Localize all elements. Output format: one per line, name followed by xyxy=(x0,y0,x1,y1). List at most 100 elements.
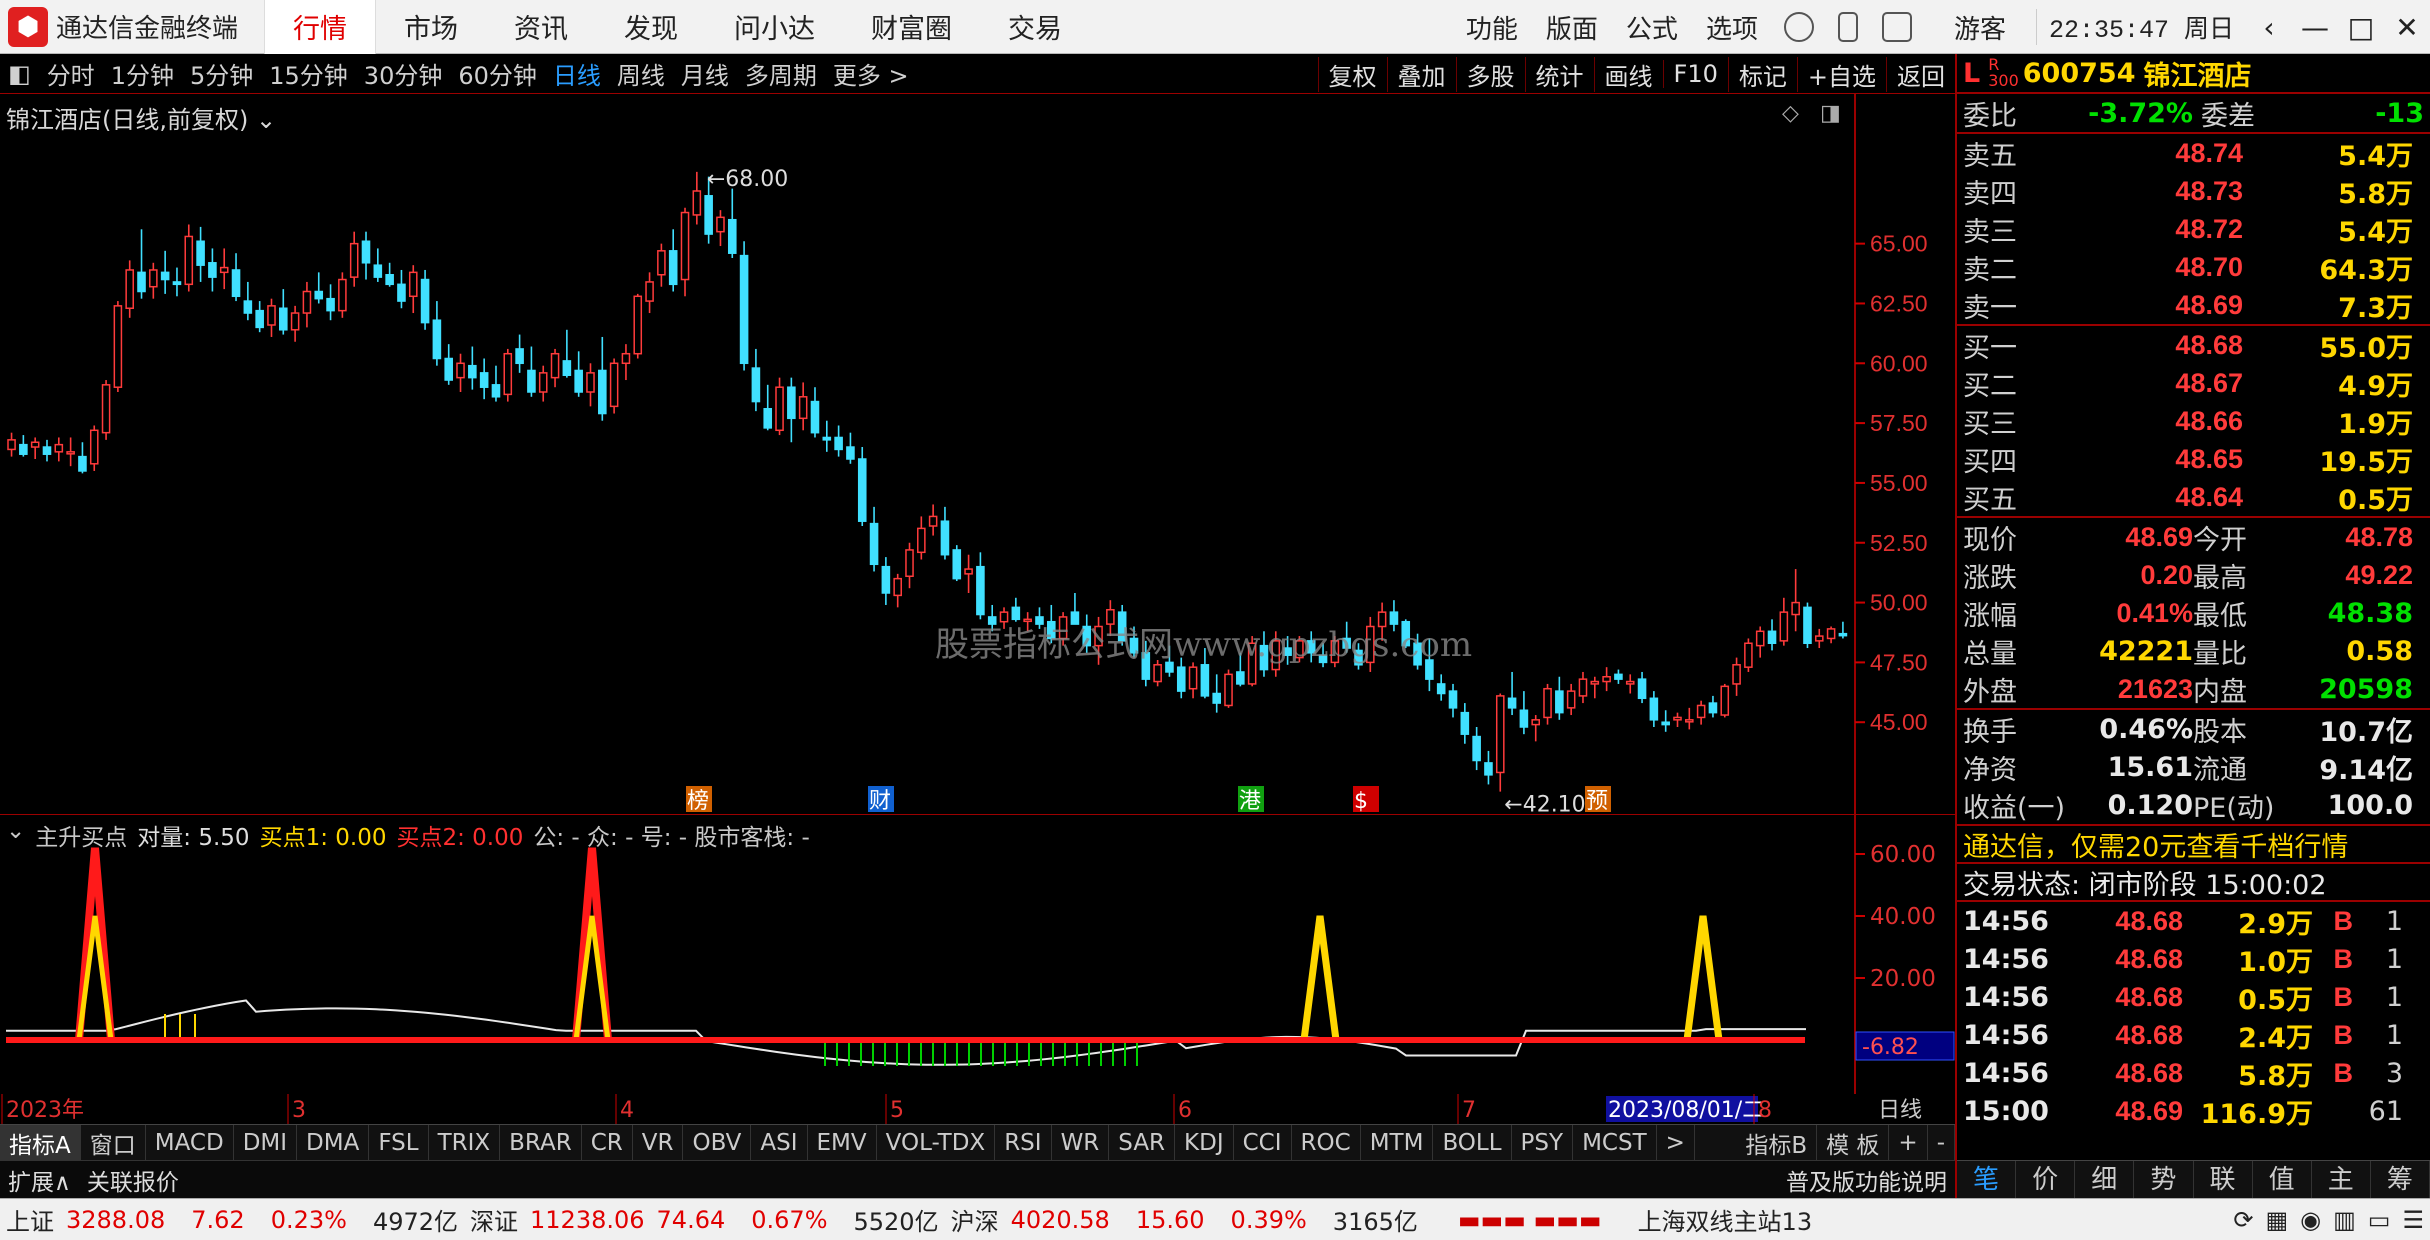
sz-label[interactable]: 深证 xyxy=(464,1202,524,1237)
period-15min[interactable]: 15分钟 xyxy=(261,56,356,91)
maximize-icon[interactable]: □ xyxy=(2338,11,2384,44)
period-multi[interactable]: 多周期 xyxy=(737,56,825,91)
panel-tab[interactable]: 价 xyxy=(2016,1161,2076,1198)
nav-ask[interactable]: 问小达 xyxy=(706,0,843,54)
indicator-tab[interactable]: DMA xyxy=(297,1124,370,1161)
user-label[interactable]: 游客 xyxy=(1924,9,2036,46)
ad-banner[interactable]: 通达信，仅需20元查看千档行情 xyxy=(1957,824,2430,863)
period-60min[interactable]: 60分钟 xyxy=(450,56,545,91)
menu-options[interactable]: 选项 xyxy=(1692,9,1772,46)
calc-icon[interactable]: ▦ xyxy=(2259,1206,2294,1234)
indicator-tab[interactable]: EMV xyxy=(808,1124,877,1161)
back-icon[interactable]: ‹ xyxy=(2246,11,2292,44)
bid-row-cell: 1.9万 xyxy=(2338,408,2413,440)
indicator-tab[interactable]: DMI xyxy=(234,1124,298,1161)
coin-icon[interactable]: ◉ xyxy=(2294,1206,2327,1234)
tool-back[interactable]: 返回 xyxy=(1886,56,1955,92)
candle-body xyxy=(987,616,997,625)
expand-button[interactable]: 扩展∧ xyxy=(0,1163,79,1197)
tool-f10[interactable]: F10 xyxy=(1662,60,1728,88)
panel-tab[interactable]: 势 xyxy=(2134,1161,2194,1198)
refresh-icon[interactable] xyxy=(1783,12,1814,42)
panel-tab[interactable]: 值 xyxy=(2253,1161,2312,1198)
nav-market[interactable]: 市场 xyxy=(376,0,486,54)
indicator-tab[interactable]: > xyxy=(1657,1124,1695,1161)
indicator-tab[interactable]: - xyxy=(1928,1124,1955,1161)
indicator-tab[interactable]: OBV xyxy=(683,1124,752,1161)
nav-quotes[interactable]: 行情 xyxy=(264,0,377,54)
sync-icon[interactable]: ⟳ xyxy=(2227,1206,2259,1234)
tool-overlay[interactable]: 叠加 xyxy=(1386,56,1456,92)
hs-label[interactable]: 沪深 xyxy=(945,1202,1005,1237)
panel-tab[interactable]: 联 xyxy=(2194,1161,2253,1198)
tool-watchlist[interactable]: +自选 xyxy=(1796,56,1886,92)
minimize-icon[interactable]: — xyxy=(2292,11,2338,44)
related-quote-button[interactable]: 关联报价 xyxy=(79,1163,187,1197)
indicator-tab[interactable]: 指标A xyxy=(0,1124,81,1161)
indicator-tab[interactable]: VOL-TDX xyxy=(877,1124,996,1161)
nav-news[interactable]: 资讯 xyxy=(486,0,596,54)
nav-wealth[interactable]: 财富圈 xyxy=(843,0,980,54)
indicator-tab[interactable]: SAR xyxy=(1109,1124,1176,1161)
indicator-tab[interactable]: TRIX xyxy=(429,1124,501,1161)
indicator-tab[interactable]: CR xyxy=(582,1124,633,1161)
period-1min[interactable]: 1分钟 xyxy=(103,56,182,91)
indicator-tab[interactable]: 模 板 xyxy=(1817,1124,1890,1161)
indicator-tab[interactable]: MCST xyxy=(1573,1124,1657,1161)
indicator-tab[interactable]: ROC xyxy=(1292,1124,1361,1161)
indicator-tab[interactable]: BOLL xyxy=(1433,1124,1512,1161)
close-icon[interactable]: ✕ xyxy=(2384,11,2430,44)
tool-mark[interactable]: 标记 xyxy=(1727,56,1797,92)
indicator-chart[interactable]: 60.00 40.00 20.00 -6.82 xyxy=(0,814,1955,1094)
candlestick-chart[interactable]: 65.00 62.50 60.00 57.50 55.00 52.50 50.00 47.50… xyxy=(0,94,1955,814)
chart-icon[interactable]: ▥ xyxy=(2327,1206,2362,1234)
indicator-name[interactable]: 主升买点 xyxy=(35,818,127,852)
period-more[interactable]: 更多 > xyxy=(825,56,917,91)
indicator-tab[interactable]: RSI xyxy=(995,1124,1052,1161)
panel-tab[interactable]: 笔 xyxy=(1957,1161,2017,1198)
tool-stats[interactable]: 统计 xyxy=(1524,56,1594,92)
menu-formula[interactable]: 公式 xyxy=(1612,9,1692,46)
indicator-tab[interactable]: CCI xyxy=(1234,1124,1292,1161)
window-icon[interactable]: ▭ xyxy=(2362,1206,2397,1234)
indicator-tab[interactable]: PSY xyxy=(1512,1124,1574,1161)
indicator-toggle-icon[interactable]: ⌄ xyxy=(6,818,25,852)
period-daily[interactable]: 日线 xyxy=(545,56,609,91)
indicator-tab[interactable]: + xyxy=(1889,1124,1928,1161)
panel-tab[interactable]: 主 xyxy=(2312,1161,2371,1198)
mail-icon[interactable] xyxy=(1881,12,1912,42)
sidebar-toggle-icon[interactable]: ◧ xyxy=(0,60,39,88)
candle-body xyxy=(562,360,572,376)
indicator-tab[interactable]: 指标B xyxy=(1736,1124,1818,1161)
menu-layout[interactable]: 版面 xyxy=(1532,9,1612,46)
server-name[interactable]: 上海双线主站13 xyxy=(1632,1202,1819,1237)
indicator-tab[interactable]: KDJ xyxy=(1175,1124,1234,1161)
panel-tab[interactable]: 筹 xyxy=(2371,1161,2430,1198)
indicator-tab[interactable]: WR xyxy=(1052,1124,1110,1161)
list-icon[interactable]: ☰ xyxy=(2396,1206,2430,1234)
help-link[interactable]: 普及版功能说明 xyxy=(1778,1163,1955,1197)
indicator-tab[interactable]: FSL xyxy=(369,1124,429,1161)
indicator-tab[interactable]: 窗口 xyxy=(81,1124,146,1161)
nav-trade[interactable]: 交易 xyxy=(980,0,1090,54)
indicator-tab[interactable]: ASI xyxy=(751,1124,808,1161)
tool-adjust[interactable]: 复权 xyxy=(1317,56,1387,92)
chevron-down-icon[interactable]: ⌄ xyxy=(256,106,276,134)
period-30min[interactable]: 30分钟 xyxy=(356,56,451,91)
panel-tab[interactable]: 细 xyxy=(2075,1161,2135,1198)
period-monthly[interactable]: 月线 xyxy=(673,56,737,91)
menu-function[interactable]: 功能 xyxy=(1452,9,1532,46)
sh-label[interactable]: 上证 xyxy=(0,1202,60,1237)
period-weekly[interactable]: 周线 xyxy=(609,56,673,91)
date-label: 6 xyxy=(1178,1098,1192,1123)
tool-multi[interactable]: 多股 xyxy=(1455,56,1525,92)
phone-icon[interactable] xyxy=(1837,12,1858,42)
indicator-tab[interactable]: MACD xyxy=(146,1124,234,1161)
period-intraday[interactable]: 分时 xyxy=(39,56,103,91)
tool-draw[interactable]: 画线 xyxy=(1593,56,1663,92)
indicator-tab[interactable]: VR xyxy=(633,1124,684,1161)
nav-discover[interactable]: 发现 xyxy=(596,0,706,54)
period-5min[interactable]: 5分钟 xyxy=(182,56,261,91)
indicator-tab[interactable]: MTM xyxy=(1361,1124,1434,1161)
indicator-tab[interactable]: BRAR xyxy=(500,1124,582,1161)
